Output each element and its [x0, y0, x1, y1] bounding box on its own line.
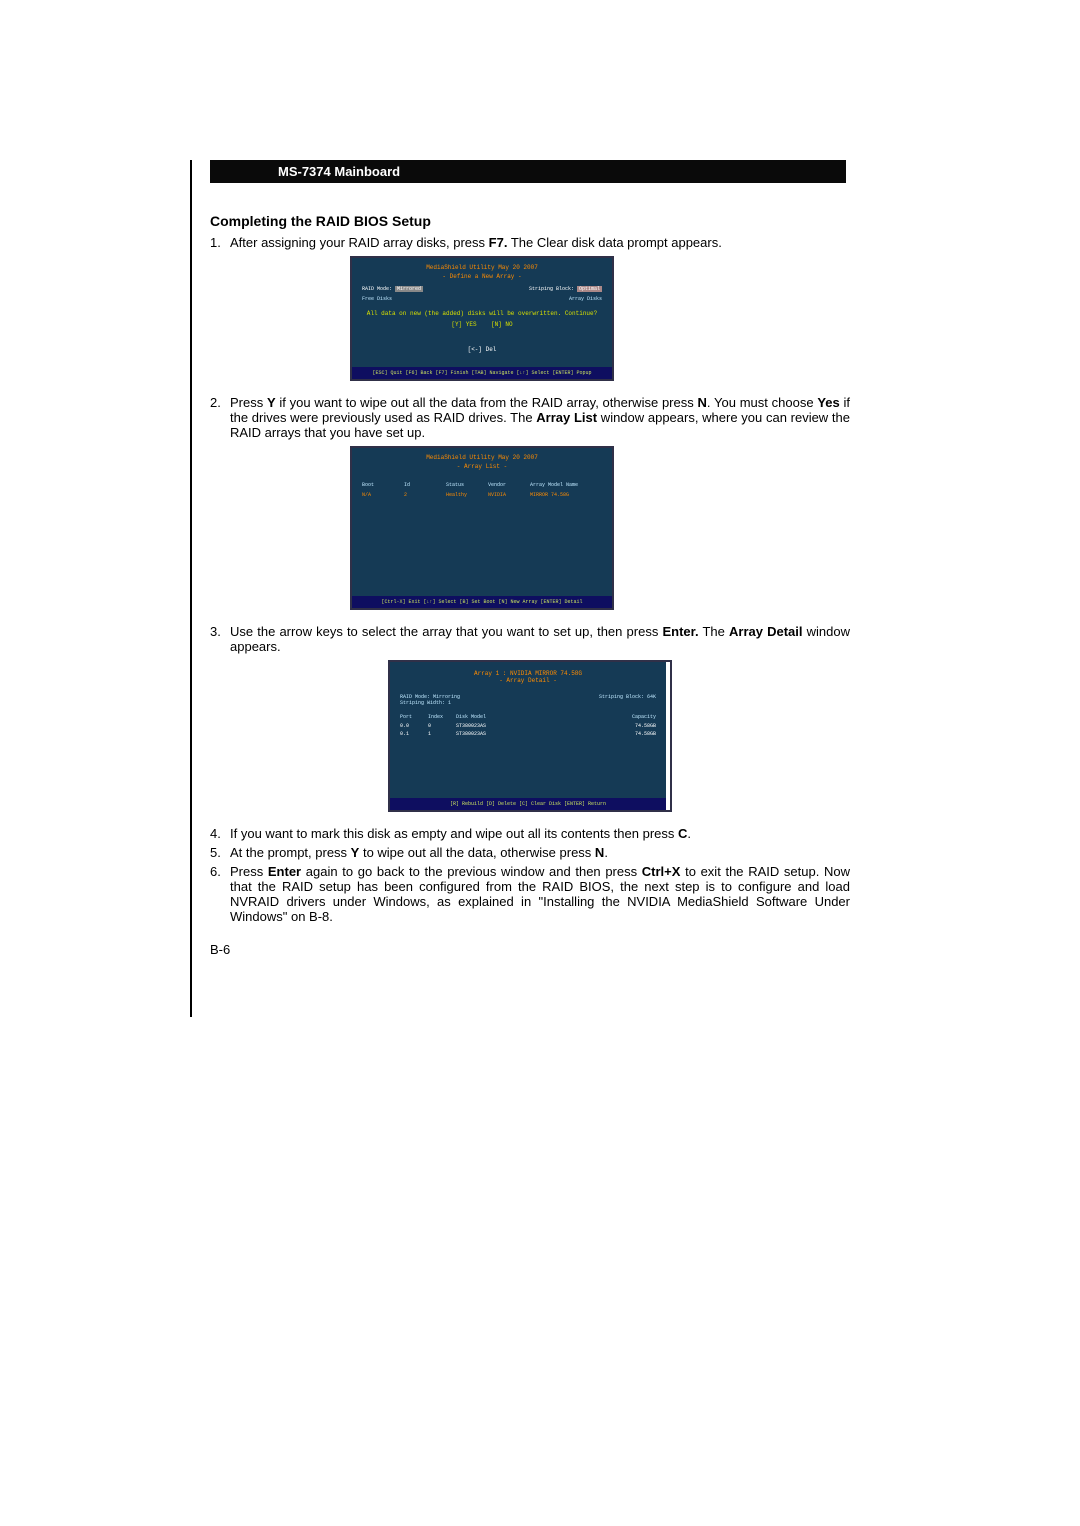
free-disks-label: Free Disks — [362, 296, 392, 302]
no-option: [N] NO — [491, 321, 513, 328]
col-id: Id — [404, 482, 440, 488]
table-header: Boot Id Status Vendor Array Model Name — [362, 476, 602, 490]
strip-width-meta: Striping Width: 1 — [400, 700, 460, 706]
bios-title: Array 1 : NVIDIA MIRROR 74.58G — [390, 662, 666, 677]
step-6: 6. Press Enter again to go back to the p… — [210, 864, 850, 924]
header-title: MS-7374 Mainboard — [278, 164, 400, 179]
col-capacity: Capacity — [616, 714, 656, 720]
raid-mode-label: RAID Mode: — [362, 286, 392, 292]
bios-subtitle: - Array Detail - — [390, 677, 666, 690]
figure-clear-prompt: MediaShield Utility May 20 2007 - Define… — [350, 256, 614, 381]
del-hint: [<-] Del — [362, 346, 602, 353]
col-vendor: Vendor — [488, 482, 524, 488]
step-1: 1. After assigning your RAID array disks… — [210, 235, 850, 250]
step-num: 5. — [210, 845, 230, 860]
bios-footer: [R] Rebuild [D] Delete [C] Clear Disk [E… — [390, 798, 666, 810]
figure-array-list: MediaShield Utility May 20 2007 - Array … — [350, 446, 614, 610]
step-num: 4. — [210, 826, 230, 841]
step-4: 4. If you want to mark this disk as empt… — [210, 826, 850, 841]
cell: 0.0 — [400, 723, 424, 729]
cell: NVIDIA — [488, 492, 524, 498]
table-row: 0.0 0 ST380023AS 74.58GB — [390, 722, 666, 730]
header-bar: MS-7374 Mainboard — [210, 160, 846, 183]
cell: N/A — [362, 492, 398, 498]
raid-mode-value: Mirrored — [395, 286, 423, 292]
cell: ST380023AS — [456, 723, 612, 729]
bios-footer: [Ctrl-X] Exit [↓↑] Select [B] Set Boot [… — [352, 596, 612, 608]
overwrite-warning: All data on new (the added) disks will b… — [362, 310, 602, 317]
bios-subtitle: - Array List - — [352, 463, 612, 474]
bios-footer: [ESC] Quit [F6] Back [F7] Finish [TAB] N… — [352, 367, 612, 379]
cell: 0.1 — [400, 731, 424, 737]
step-text: If you want to mark this disk as empty a… — [230, 826, 850, 841]
step-text: Use the arrow keys to select the array t… — [230, 624, 850, 654]
strip-label: Striping Block: — [529, 286, 574, 292]
page-number: B-6 — [210, 942, 850, 957]
col-model: Array Model Name — [530, 482, 602, 488]
step-num: 1. — [210, 235, 230, 250]
section-title: Completing the RAID BIOS Setup — [210, 213, 850, 229]
cell: Healthy — [446, 492, 482, 498]
col-model: Disk Model — [456, 714, 612, 720]
step-num: 2. — [210, 395, 230, 440]
step-text: After assigning your RAID array disks, p… — [230, 235, 850, 250]
page: MS-7374 Mainboard Completing the RAID BI… — [0, 0, 1080, 1017]
col-index: Index — [428, 714, 452, 720]
cell: 1 — [428, 731, 452, 737]
cell: 2 — [404, 492, 440, 498]
step-text: Press Enter again to go back to the prev… — [230, 864, 850, 924]
table-row: 0.1 1 ST380023AS 74.58GB — [390, 730, 666, 738]
col-status: Status — [446, 482, 482, 488]
content: MS-7374 Mainboard Completing the RAID BI… — [210, 160, 850, 957]
strip-block-meta: Striping Block: 64K — [599, 694, 656, 706]
table-header: Port Index Disk Model Capacity — [390, 710, 666, 722]
step-num: 3. — [210, 624, 230, 654]
cell: 0 — [428, 723, 452, 729]
step-num: 6. — [210, 864, 230, 924]
step-2: 2. Press Y if you want to wipe out all t… — [210, 395, 850, 440]
cell: 74.58GB — [616, 731, 656, 737]
array-disks-label: Array Disks — [569, 296, 602, 302]
figure-array-detail: Array 1 : NVIDIA MIRROR 74.58G - Array D… — [388, 660, 672, 812]
step-3: 3. Use the arrow keys to select the arra… — [210, 624, 850, 654]
yes-option: [Y] YES — [451, 321, 476, 328]
left-margin-rule — [190, 160, 192, 1017]
col-port: Port — [400, 714, 424, 720]
cell: MIRROR 74.58G — [530, 492, 602, 498]
bios-subtitle: - Define a New Array - — [352, 273, 612, 284]
step-5: 5. At the prompt, press Y to wipe out al… — [210, 845, 850, 860]
cell: 74.58GB — [616, 723, 656, 729]
step-text: At the prompt, press Y to wipe out all t… — [230, 845, 850, 860]
step-text: Press Y if you want to wipe out all the … — [230, 395, 850, 440]
col-boot: Boot — [362, 482, 398, 488]
cell: ST380023AS — [456, 731, 612, 737]
strip-value: Optimal — [577, 286, 602, 292]
